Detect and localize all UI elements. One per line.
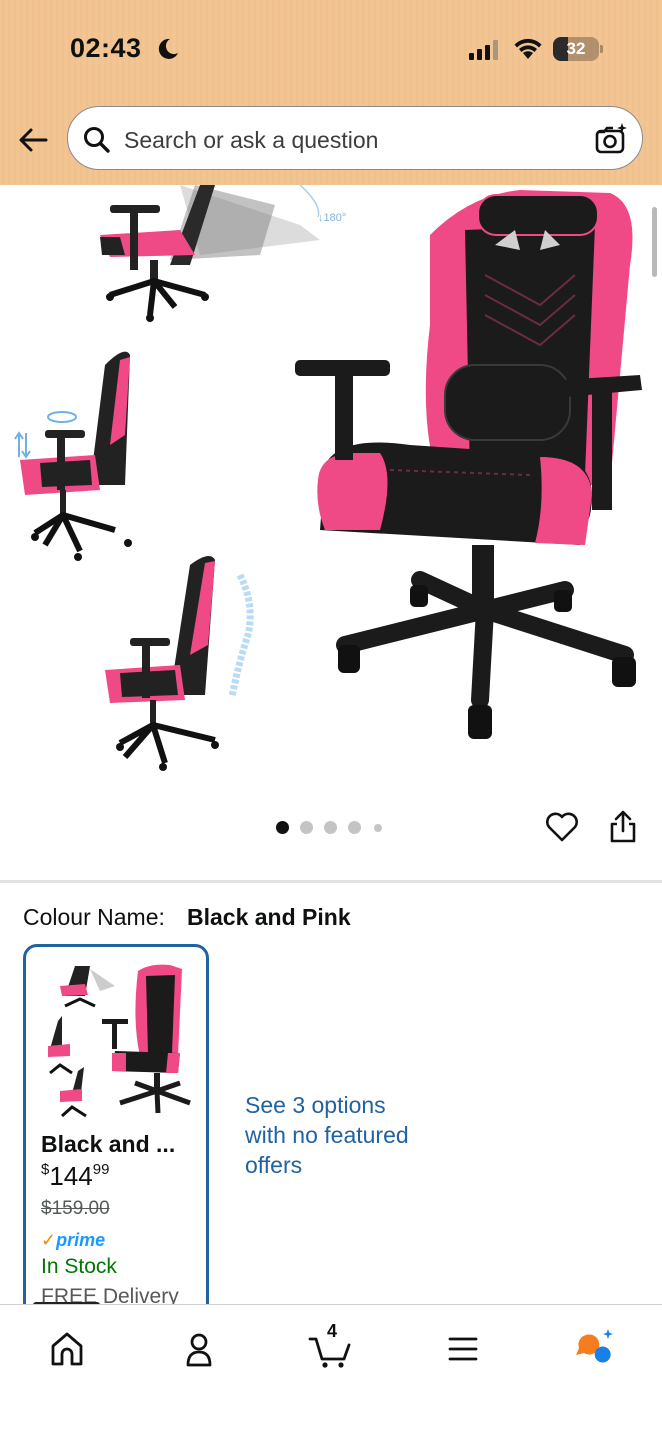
price-whole: 144 xyxy=(49,1161,93,1191)
search-placeholder: Search or ask a question xyxy=(124,127,379,153)
carousel-dot[interactable] xyxy=(374,824,382,832)
nav-account[interactable] xyxy=(174,1327,224,1371)
product-image[interactable]: ↓180° xyxy=(0,185,662,805)
wifi-icon xyxy=(513,37,543,66)
nav-menu[interactable] xyxy=(438,1327,488,1371)
stock-status: In Stock xyxy=(41,1255,117,1278)
recline-thumbnail: ↓180° xyxy=(100,185,346,322)
menu-icon xyxy=(438,1337,488,1375)
moon-icon xyxy=(156,37,180,66)
camera-search-icon[interactable] xyxy=(594,122,628,161)
prime-check-icon: ✓ xyxy=(41,1230,57,1250)
prime-label: prime xyxy=(56,1230,106,1250)
carousel-dot[interactable] xyxy=(324,821,337,834)
nav-cart[interactable]: 4 xyxy=(306,1321,356,1371)
cellular-signal-icon xyxy=(469,40,501,65)
variant-was-price: $159.00 xyxy=(41,1198,110,1219)
lumbar-support-thumbnail xyxy=(105,556,254,771)
carousel-dot[interactable] xyxy=(348,821,361,834)
status-time: 02:43 xyxy=(70,33,142,63)
height-adjust-thumbnail xyxy=(14,351,132,561)
rufus-chat-icon xyxy=(570,1329,620,1375)
colour-label: Colour Name: xyxy=(23,904,165,930)
battery-level: 32 xyxy=(566,39,586,58)
price-fraction: 99 xyxy=(92,1161,110,1178)
main-chair-image xyxy=(295,190,642,739)
search-icon xyxy=(82,125,112,160)
cart-icon xyxy=(306,1337,356,1375)
carousel-dot[interactable] xyxy=(300,821,313,834)
account-icon xyxy=(174,1333,224,1375)
carousel-dot[interactable] xyxy=(276,821,289,834)
nav-rufus-assistant[interactable] xyxy=(570,1327,620,1371)
prime-badge: ✓prime xyxy=(41,1230,105,1251)
image-scrollbar[interactable] xyxy=(652,207,657,277)
section-divider xyxy=(0,880,662,883)
home-icon xyxy=(42,1332,92,1375)
nav-home[interactable] xyxy=(42,1327,92,1371)
cart-count: 4 xyxy=(327,1321,338,1341)
see-options-link[interactable]: See 3 options with no featured offers xyxy=(245,1090,415,1180)
back-arrow-icon[interactable] xyxy=(16,122,52,158)
heart-icon[interactable] xyxy=(545,811,579,848)
variant-price: $14499 xyxy=(41,1161,109,1192)
app-header: 02:43 32 Search or ask a question xyxy=(0,0,662,185)
search-input[interactable]: Search or ask a question xyxy=(67,106,643,170)
variant-title: Black and ... xyxy=(41,1131,176,1157)
share-icon[interactable] xyxy=(607,809,639,850)
status-bar: 02:43 32 xyxy=(0,0,662,100)
colour-value: Black and Pink xyxy=(187,904,351,930)
variant-card-black-pink[interactable]: Black and ... $14499 $159.00 ✓prime In S… xyxy=(23,944,209,1324)
battery-icon: 32 xyxy=(553,37,599,61)
bottom-nav: 4 xyxy=(0,1304,662,1440)
rotation-label: ↓180° xyxy=(318,212,346,224)
variant-thumbnail xyxy=(40,961,192,1121)
